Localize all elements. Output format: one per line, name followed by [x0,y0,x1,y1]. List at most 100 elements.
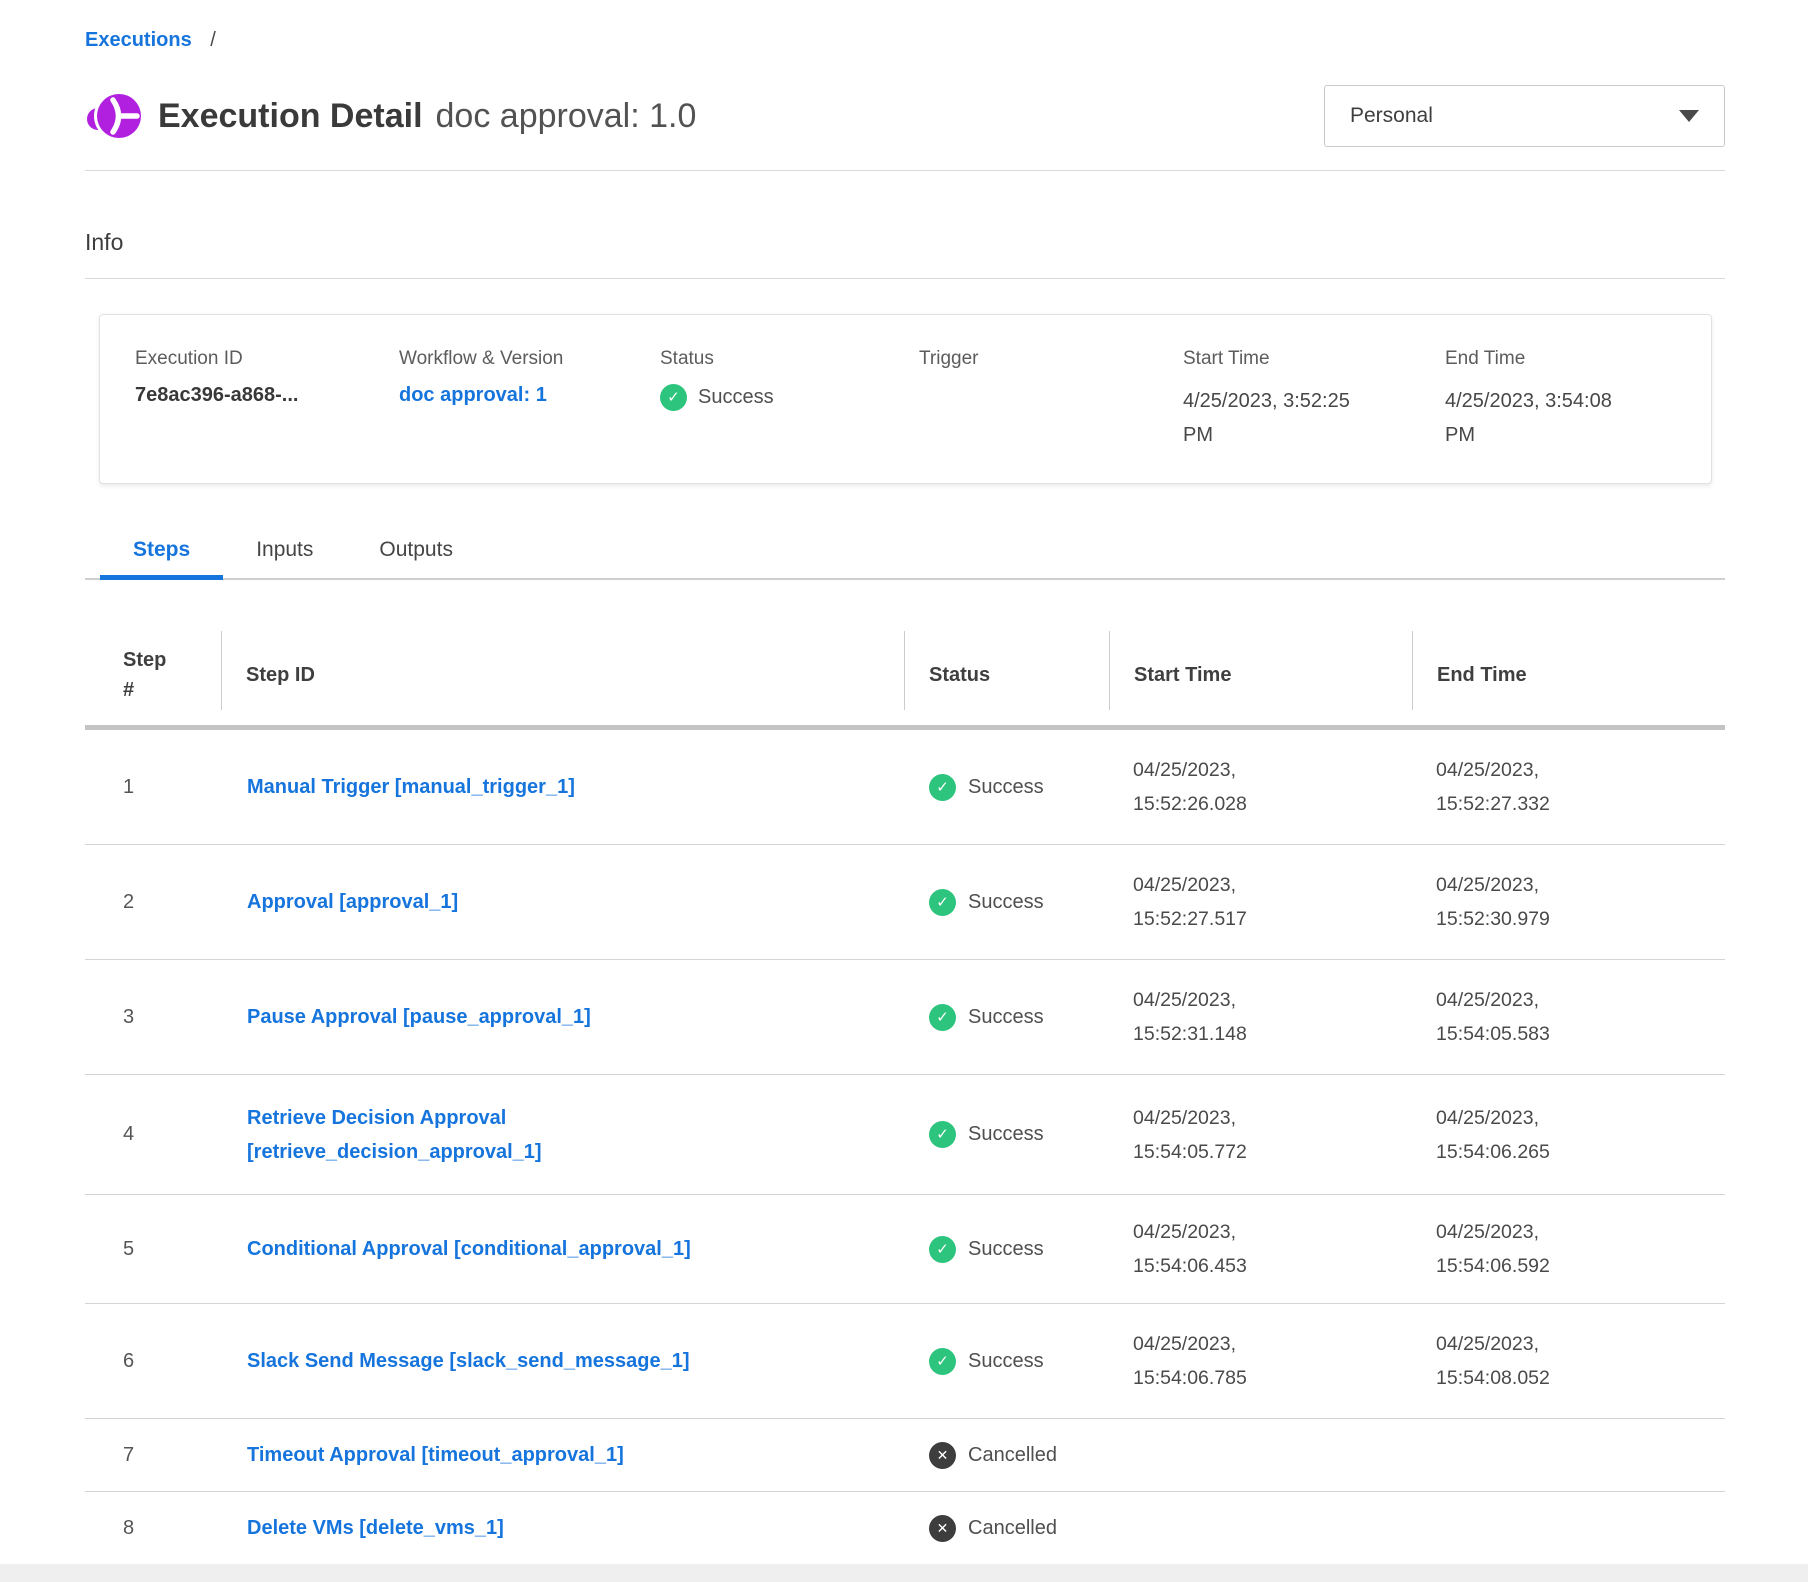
table-row: 2 Approval [approval_1] Success 04/25/20… [85,845,1725,960]
tab-inputs[interactable]: Inputs [223,536,346,578]
step-id-link[interactable]: Conditional Approval [conditional_approv… [247,1232,691,1266]
col-end-time: End Time [1412,625,1725,725]
step-number-cell: 7 [85,1444,221,1467]
status-text: Cancelled [968,1517,1057,1540]
info-field-trigger: Trigger [919,348,1183,483]
status-icon [929,1442,956,1469]
info-field-end-time: End Time 4/25/2023, 3:54:08 PM [1445,348,1711,483]
chevron-down-icon [1679,110,1699,122]
status-cell: Success [904,889,1109,916]
step-number-cell: 2 [85,891,221,914]
start-time-label: Start Time [1183,348,1445,370]
tab-steps[interactable]: Steps [100,536,223,580]
status-value: Success [698,386,774,409]
table-row: 5 Conditional Approval [conditional_appr… [85,1195,1725,1304]
tab-outputs[interactable]: Outputs [346,536,486,578]
status-icon [929,889,956,916]
end-time-value: 4/25/2023, 3:54:08 PM [1445,384,1645,452]
status-label: Status [660,348,919,370]
workflow-icon [85,88,141,144]
status-icon [929,1121,956,1148]
end-time-cell: 04/25/2023, 15:52:30.979 [1412,868,1725,936]
status-text: Success [968,1006,1044,1029]
start-time-cell: 04/25/2023, 15:52:26.028 [1109,753,1412,821]
end-time-cell: 04/25/2023, 15:54:06.265 [1412,1101,1725,1169]
status-text: Success [968,1123,1044,1146]
page-subtitle: doc approval: 1.0 [436,97,697,136]
step-id-link[interactable]: Slack Send Message [slack_send_message_1… [247,1344,689,1378]
start-time-value: 4/25/2023, 3:52:25 PM [1183,384,1383,452]
start-time-cell: 04/25/2023, 15:54:06.785 [1109,1327,1412,1395]
start-time-cell: 04/25/2023, 15:52:31.148 [1109,983,1412,1051]
scope-dropdown[interactable]: Personal [1324,85,1725,147]
start-time-cell: 04/25/2023, 15:54:05.772 [1109,1101,1412,1169]
breadcrumb: Executions / [85,0,1725,54]
workflow-version-link[interactable]: doc approval: 1 [399,384,547,406]
end-time-cell: 04/25/2023, 15:52:27.332 [1412,753,1725,821]
info-field-status: Status Success [660,348,919,483]
step-id-link[interactable]: Timeout Approval [timeout_approval_1] [247,1438,624,1472]
step-number-cell: 8 [85,1517,221,1540]
status-icon [929,1515,956,1542]
status-cell: Success [904,1236,1109,1263]
tab-bar: Steps Inputs Outputs [85,536,1725,580]
end-time-cell: 04/25/2023, 15:54:08.052 [1412,1327,1725,1395]
scope-dropdown-value: Personal [1350,104,1433,128]
status-icon [929,1348,956,1375]
step-id-link[interactable]: Delete VMs [delete_vms_1] [247,1511,504,1545]
status-text: Success [968,891,1044,914]
step-number-cell: 5 [85,1238,221,1261]
table-row: 3 Pause Approval [pause_approval_1] Succ… [85,960,1725,1075]
step-id-link[interactable]: Approval [approval_1] [247,885,458,919]
trigger-label: Trigger [919,348,1183,370]
header-divider [85,170,1725,171]
status-text: Success [968,1238,1044,1261]
end-time-cell: 04/25/2023, 15:54:05.583 [1412,983,1725,1051]
workflow-version-label: Workflow & Version [399,348,660,370]
page-header: Execution Detail doc approval: 1.0 Perso… [85,84,1725,148]
status-cell: Cancelled [904,1442,1109,1469]
steps-table-header: Step # Step ID Status Start Time End Tim… [85,625,1725,730]
success-status-icon [660,384,687,411]
start-time-cell: 04/25/2023, 15:52:27.517 [1109,868,1412,936]
info-card: Execution ID 7e8ac396-a868-... Workflow … [99,314,1712,484]
status-cell: Success [904,1004,1109,1031]
step-id-link[interactable]: Retrieve Decision Approval [retrieve_dec… [247,1101,802,1169]
step-number-cell: 3 [85,1006,221,1029]
step-id-link[interactable]: Manual Trigger [manual_trigger_1] [247,770,575,804]
end-time-label: End Time [1445,348,1711,370]
step-id-link[interactable]: Pause Approval [pause_approval_1] [247,1000,591,1034]
page-title: Execution Detail [158,97,423,136]
step-number-cell: 4 [85,1123,221,1146]
page-bottom-strip [0,1564,1808,1582]
status-text: Cancelled [968,1444,1057,1467]
table-row: 1 Manual Trigger [manual_trigger_1] Succ… [85,730,1725,845]
info-divider [85,278,1725,279]
col-status: Status [904,625,1109,725]
info-field-start-time: Start Time 4/25/2023, 3:52:25 PM [1183,348,1445,483]
breadcrumb-executions-link[interactable]: Executions [85,29,192,51]
status-icon [929,774,956,801]
col-start-time: Start Time [1109,625,1412,725]
status-icon [929,1004,956,1031]
step-number-cell: 1 [85,776,221,799]
info-field-workflow-version: Workflow & Version doc approval: 1 [399,348,660,483]
status-text: Success [968,776,1044,799]
steps-table: Step # Step ID Status Start Time End Tim… [85,625,1725,1565]
table-row: 7 Timeout Approval [timeout_approval_1] … [85,1419,1725,1492]
table-row: 6 Slack Send Message [slack_send_message… [85,1304,1725,1419]
info-heading: Info [85,227,1725,257]
status-cell: Success [904,774,1109,801]
start-time-cell: 04/25/2023, 15:54:06.453 [1109,1215,1412,1283]
status-icon [929,1236,956,1263]
execution-detail-page: Executions / Execution Detail doc approv… [0,0,1808,1565]
end-time-cell: 04/25/2023, 15:54:06.592 [1412,1215,1725,1283]
table-row: 8 Delete VMs [delete_vms_1] Cancelled [85,1492,1725,1565]
status-cell: Cancelled [904,1515,1109,1542]
execution-id-label: Execution ID [135,348,399,370]
info-field-execution-id: Execution ID 7e8ac396-a868-... [135,348,399,483]
col-step-id: Step ID [221,625,904,725]
status-cell: Success [904,1121,1109,1148]
breadcrumb-separator: / [210,29,216,51]
execution-id-value: 7e8ac396-a868-... [135,384,399,407]
